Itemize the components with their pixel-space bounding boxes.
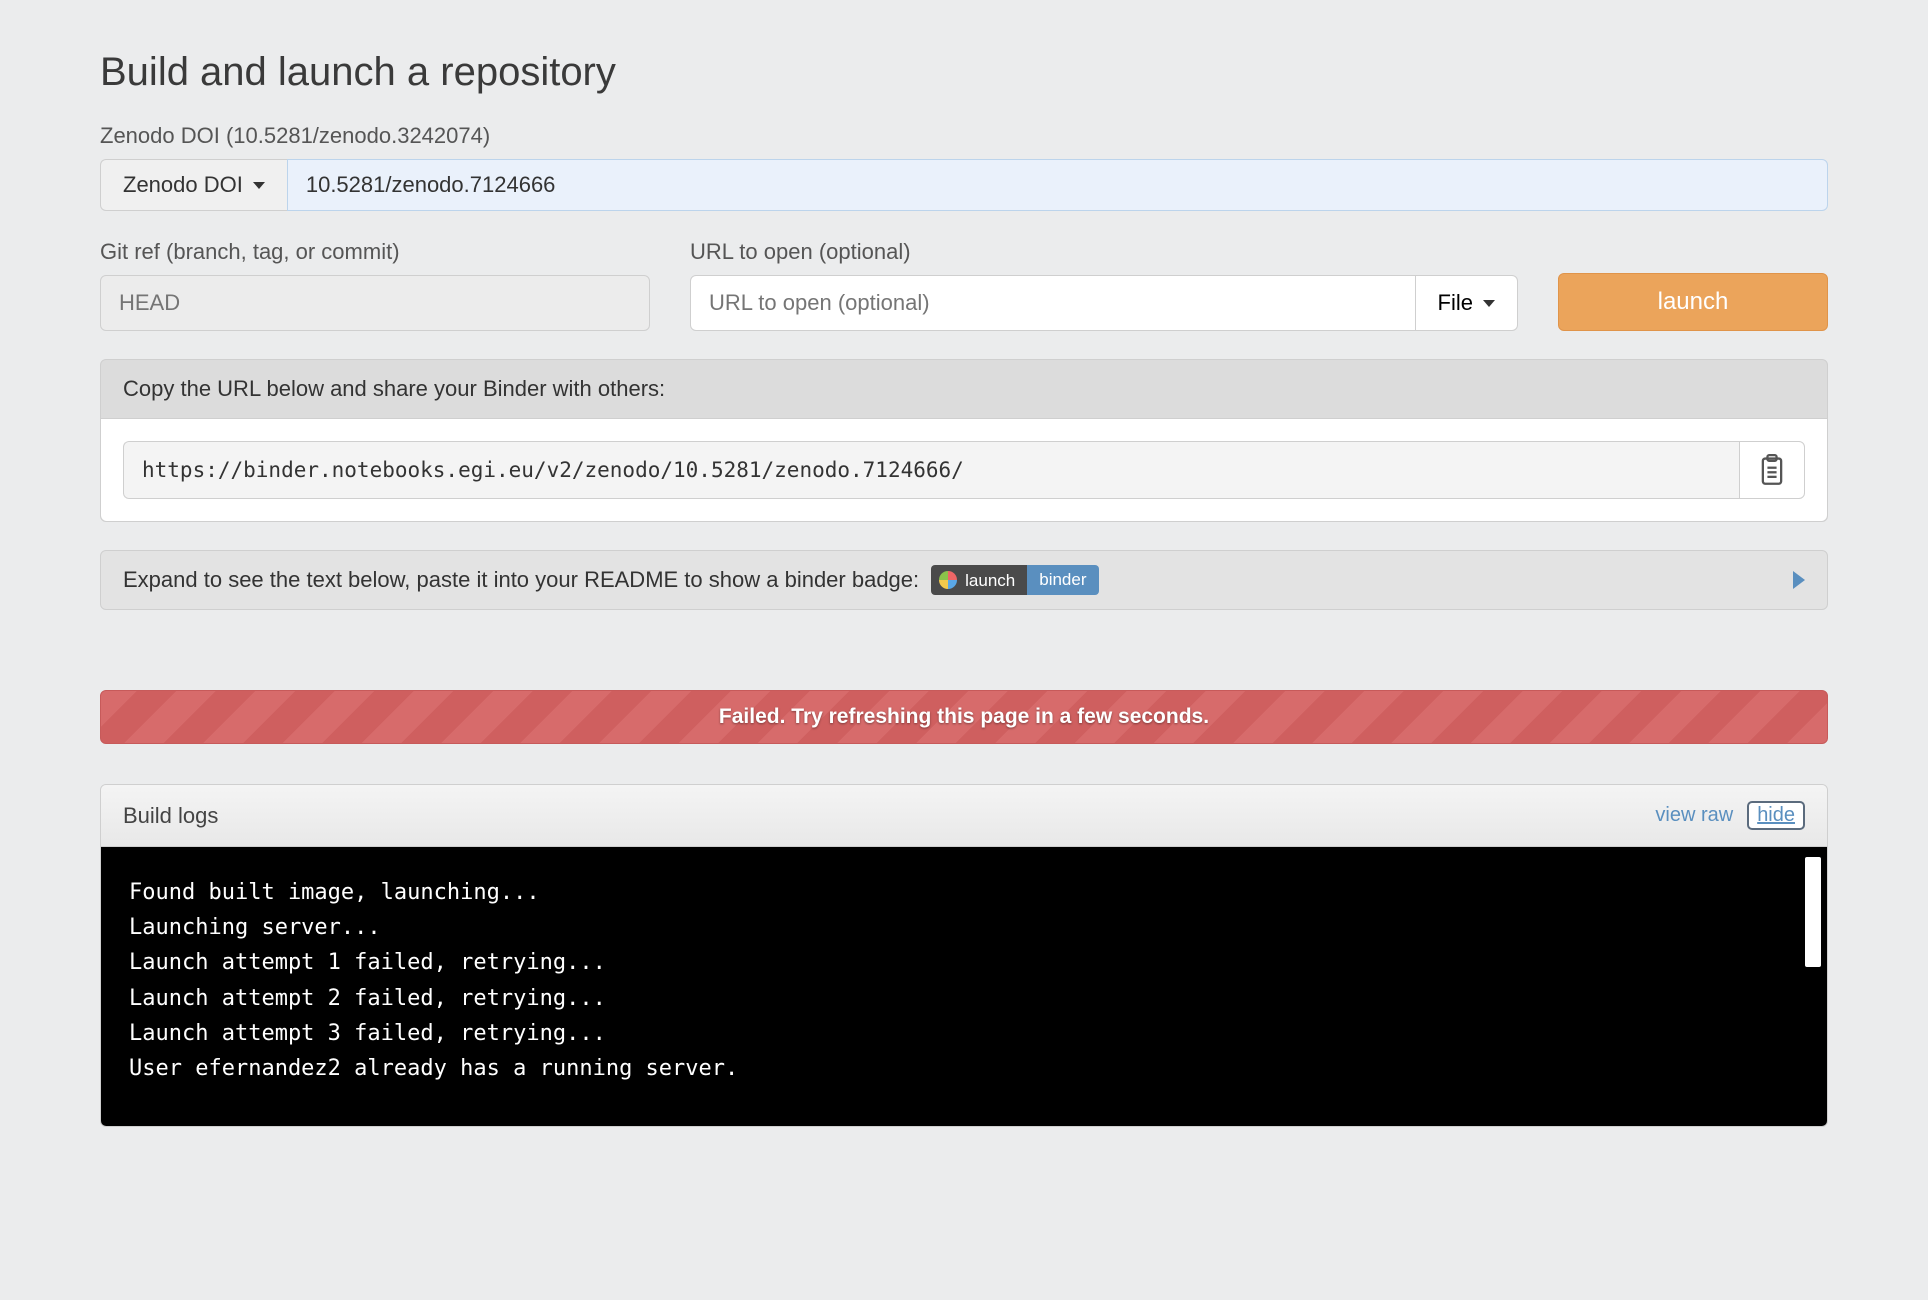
share-header: Copy the URL below and share your Binder…: [101, 360, 1827, 418]
urlpath-type-dropdown[interactable]: File: [1416, 275, 1518, 331]
urlpath-type-label: File: [1438, 290, 1473, 316]
badge-panel-text: Expand to see the text below, paste it i…: [123, 567, 919, 593]
caret-down-icon: [1483, 300, 1495, 307]
logs-output[interactable]: Found built image, launching... Launchin…: [101, 847, 1827, 1126]
caret-down-icon: [253, 182, 265, 189]
provider-label: Zenodo DOI (10.5281/zenodo.3242074): [100, 123, 1828, 149]
logs-title: Build logs: [123, 803, 218, 829]
provider-dropdown[interactable]: Zenodo DOI: [100, 159, 287, 211]
provider-dropdown-label: Zenodo DOI: [123, 172, 243, 198]
ref-label: Git ref (branch, tag, or commit): [100, 239, 650, 265]
urlpath-input[interactable]: [690, 275, 1416, 331]
badge-right-text: binder: [1027, 565, 1098, 595]
badge-expand-panel[interactable]: Expand to see the text below, paste it i…: [100, 550, 1828, 610]
share-url-input[interactable]: [123, 441, 1739, 499]
logs-scrollbar[interactable]: [1805, 857, 1821, 967]
launch-button[interactable]: launch: [1558, 273, 1828, 331]
provider-input-group: Zenodo DOI: [100, 159, 1828, 211]
binder-badge: launch binder: [931, 565, 1098, 595]
clipboard-icon: [1758, 454, 1786, 486]
hide-logs-button[interactable]: hide: [1747, 801, 1805, 830]
page-title: Build and launch a repository: [100, 50, 1828, 95]
binder-logo-icon: [939, 571, 957, 589]
badge-left-text: launch: [965, 572, 1015, 589]
copy-url-button[interactable]: [1739, 441, 1805, 499]
build-logs-panel: Build logs view raw hide Found built ima…: [100, 784, 1828, 1127]
error-banner: Failed. Try refreshing this page in a fe…: [100, 690, 1828, 744]
repo-input[interactable]: [287, 159, 1828, 211]
share-panel: Copy the URL below and share your Binder…: [100, 359, 1828, 522]
urlpath-label: URL to open (optional): [690, 239, 1518, 265]
view-raw-link[interactable]: view raw: [1655, 804, 1733, 827]
ref-input[interactable]: [100, 275, 650, 331]
expand-arrow-icon: [1793, 571, 1805, 589]
logs-text: Found built image, launching... Launchin…: [129, 880, 738, 1081]
